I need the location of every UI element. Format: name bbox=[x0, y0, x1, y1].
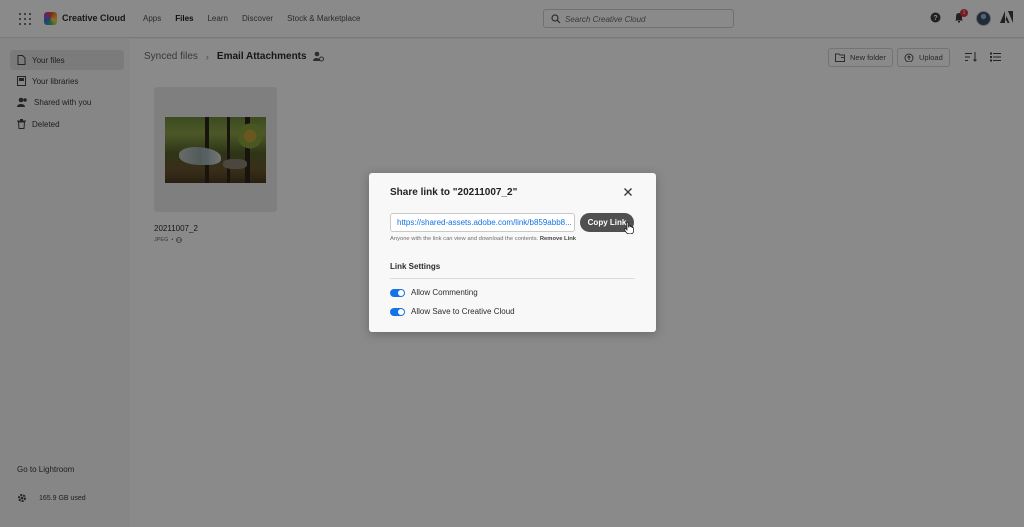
share-link-field[interactable]: https://shared-assets.adobe.com/link/b85… bbox=[390, 213, 575, 232]
link-settings-heading: Link Settings bbox=[390, 262, 441, 271]
divider bbox=[390, 278, 635, 279]
share-help-text: Anyone with the link can view and downlo… bbox=[390, 236, 576, 242]
allow-commenting-toggle[interactable] bbox=[390, 288, 405, 297]
close-icon[interactable] bbox=[622, 186, 634, 198]
allow-save-row: Allow Save to Creative Cloud bbox=[390, 307, 515, 316]
help-text: Anyone with the link can view and downlo… bbox=[390, 236, 539, 242]
allow-commenting-row: Allow Commenting bbox=[390, 288, 478, 297]
allow-save-toggle[interactable] bbox=[390, 307, 405, 316]
dialog-title: Share link to "20211007_2" bbox=[390, 187, 518, 198]
allow-save-label: Allow Save to Creative Cloud bbox=[411, 307, 515, 316]
hand-cursor-icon bbox=[624, 222, 634, 234]
remove-link-button[interactable]: Remove Link bbox=[540, 236, 576, 242]
share-link-dialog: Share link to "20211007_2" https://share… bbox=[369, 173, 656, 332]
allow-commenting-label: Allow Commenting bbox=[411, 288, 478, 297]
